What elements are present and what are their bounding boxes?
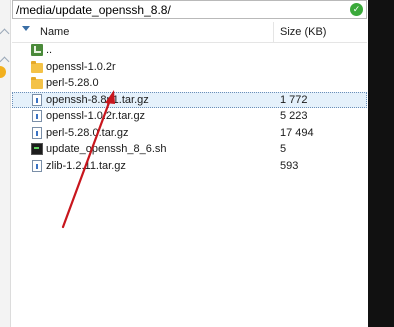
column-header-size[interactable]: Size (KB) [280, 26, 326, 38]
column-header-name[interactable]: Name [40, 26, 69, 38]
left-pane-strip [0, 0, 11, 327]
file-name: perl-5.28.0.tar.gz [46, 126, 129, 139]
file-size: 1 772 [280, 93, 308, 106]
sort-ascending-icon [22, 26, 30, 31]
path-text: /media/update_openssh_8.8/ [16, 3, 171, 17]
ok-check-icon[interactable]: ✓ [350, 3, 363, 16]
file-list: .. openssl-1.0.2r perl-5.28.0 openssh-8.… [12, 42, 367, 174]
left-pane-edge [0, 0, 12, 327]
archive-file-icon [32, 159, 42, 172]
file-row[interactable]: openssl-1.0.2r.tar.gz 5 223 [12, 108, 367, 125]
file-size: 5 223 [280, 110, 308, 122]
file-row-folder[interactable]: perl-5.28.0 [12, 75, 367, 92]
path-input[interactable]: /media/update_openssh_8.8/ ✓ [12, 0, 367, 19]
right-dark-panel [368, 0, 394, 327]
file-row[interactable]: zlib-1.2.11.tar.gz 593 [12, 158, 367, 175]
file-list-header: Name Size (KB) [12, 22, 367, 43]
parent-folder-icon [31, 44, 43, 56]
archive-file-icon [32, 110, 42, 122]
file-row-folder[interactable]: openssl-1.0.2r [12, 59, 367, 76]
file-size: 17 494 [280, 126, 314, 139]
file-name: zlib-1.2.11.tar.gz [46, 159, 126, 172]
folder-icon [31, 60, 43, 73]
file-size: 593 [280, 159, 299, 172]
file-name: perl-5.28.0 [46, 77, 99, 89]
file-name: openssl-1.0.2r [46, 60, 116, 73]
file-row-selected[interactable]: openssh-8.8p1.tar.gz 1 772 [12, 91, 367, 108]
shell-script-icon [31, 143, 43, 155]
column-separator[interactable] [273, 22, 274, 42]
archive-file-icon [32, 93, 42, 106]
archive-file-icon [32, 126, 42, 139]
file-size: 5 [280, 143, 287, 155]
file-row[interactable]: perl-5.28.0.tar.gz 17 494 [12, 125, 367, 142]
file-name: .. [46, 44, 53, 56]
file-name: update_openssh_8_6.sh [46, 143, 167, 155]
file-name: openssl-1.0.2r.tar.gz [46, 110, 146, 122]
file-name: openssh-8.8p1.tar.gz [46, 93, 149, 106]
file-row-parent[interactable]: .. [12, 42, 367, 59]
file-row[interactable]: update_openssh_8_6.sh 5 [12, 141, 367, 158]
folder-icon [31, 77, 43, 89]
